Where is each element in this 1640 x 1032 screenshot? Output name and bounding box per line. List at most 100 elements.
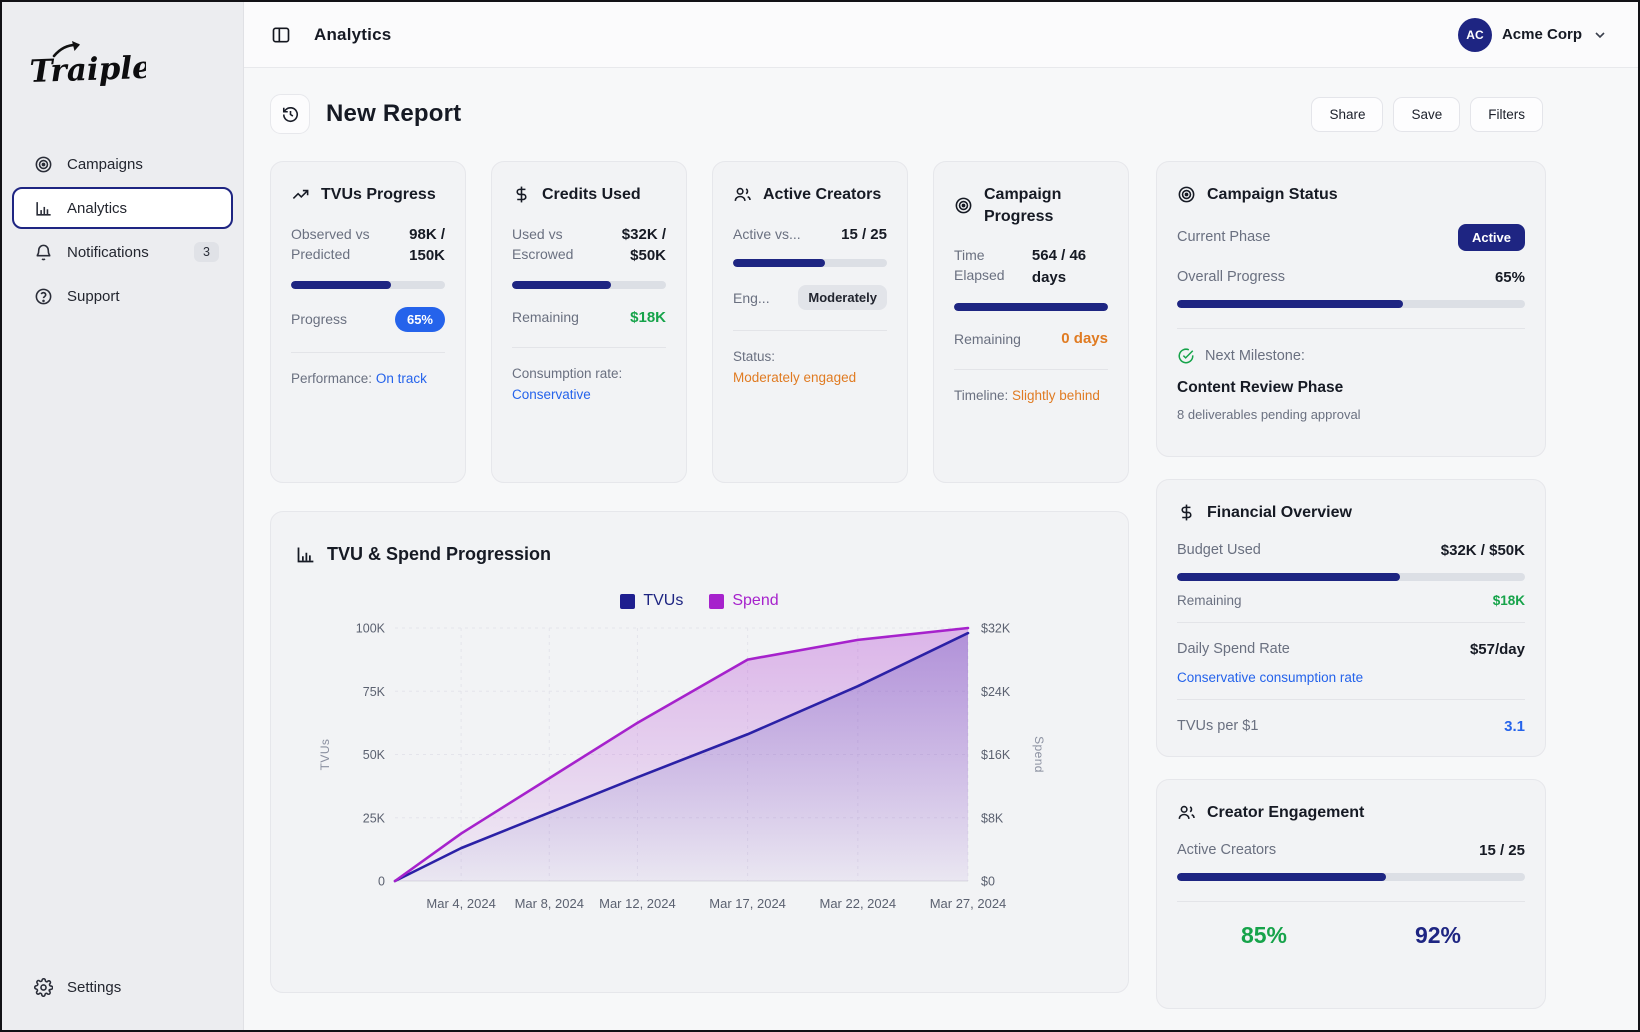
gear-icon <box>33 977 53 997</box>
legend-label: TVUs <box>643 592 683 610</box>
chart-card: TVU & Spend Progression TVUs Spend <box>270 511 1129 993</box>
history-button[interactable] <box>270 94 310 134</box>
main-area: Analytics AC Acme Corp New Report Share … <box>244 2 1638 1030</box>
filters-button[interactable]: Filters <box>1470 97 1543 132</box>
card-header: Creator Engagement <box>1177 802 1525 824</box>
sidebar-item-analytics[interactable]: Analytics <box>12 187 233 229</box>
sidebar-item-notifications[interactable]: Notifications 3 <box>12 231 233 273</box>
footer-value: On track <box>376 371 427 386</box>
engagement-stat-left: 85% <box>1177 922 1351 949</box>
svg-text:Mar 27, 2024: Mar 27, 2024 <box>930 896 1007 911</box>
metric-label: Time Elapsed <box>954 245 1024 286</box>
dollar-icon <box>1177 503 1196 522</box>
progress-bar <box>954 303 1108 311</box>
consumption-note: Conservative consumption rate <box>1177 670 1525 685</box>
footer-label: Timeline: <box>954 388 1008 403</box>
phase-row: Current Phase Active <box>1177 224 1525 251</box>
active-creators-card: Active Creators Active vs... 15 / 25 Eng… <box>712 161 908 483</box>
card-title: TVUs Progress <box>321 184 436 206</box>
save-button[interactable]: Save <box>1393 97 1460 132</box>
metric-row: Used vs Escrowed $32K / $50K <box>512 224 666 268</box>
sidebar-nav: Campaigns Analytics Notifications 3 Sup <box>2 143 243 317</box>
progress-bar <box>512 281 666 289</box>
overall-progress-label: Overall Progress <box>1177 269 1285 285</box>
target-icon <box>954 196 973 215</box>
users-icon <box>1177 803 1196 822</box>
svg-text:0: 0 <box>378 875 385 889</box>
footer-label: Status: <box>733 349 775 364</box>
card-footer: Status: Moderately engaged <box>733 347 887 388</box>
svg-text:Mar 12, 2024: Mar 12, 2024 <box>599 896 676 911</box>
overall-progress-row: Overall Progress 65% <box>1177 269 1525 286</box>
sidebar-item-settings[interactable]: Settings <box>12 966 233 1008</box>
progress-bar <box>733 259 887 267</box>
budget-label: Budget Used <box>1177 542 1261 558</box>
bell-icon <box>33 242 53 262</box>
remaining-label: Remaining <box>1177 593 1242 608</box>
tvu-rate-value: 3.1 <box>1504 718 1525 735</box>
budget-row: Budget Used $32K / $50K <box>1177 542 1525 559</box>
card-title: Credits Used <box>542 184 641 206</box>
svg-text:Mar 8, 2024: Mar 8, 2024 <box>515 896 584 911</box>
progress-bar <box>1177 873 1525 881</box>
card-header: Campaign Status <box>1177 184 1525 206</box>
sidebar: Traiple Campaigns Analytics Notifica <box>2 2 244 1030</box>
overall-progress-value: 65% <box>1495 269 1525 286</box>
org-switcher[interactable]: AC Acme Corp <box>1458 18 1608 52</box>
legend-label: Spend <box>732 592 778 610</box>
footer-value: Slightly behind <box>1012 388 1100 403</box>
tvu-rate-label: TVUs per $1 <box>1177 718 1258 734</box>
sidebar-settings-label: Settings <box>67 979 121 996</box>
chart-title: TVU & Spend Progression <box>327 542 551 566</box>
phase-badge: Active <box>1458 224 1525 251</box>
report-header: New Report Share Save Filters <box>270 94 1638 134</box>
divider <box>733 330 887 331</box>
sidebar-toggle-icon[interactable] <box>270 24 292 46</box>
brand-name: Traiple <box>29 50 146 90</box>
card-header: TVUs Progress <box>291 184 445 206</box>
brand-logo[interactable]: Traiple <box>2 36 243 99</box>
metric-label: Used vs Escrowed <box>512 224 597 265</box>
card-footer: Timeline: Slightly behind <box>954 386 1108 406</box>
metric-row: Time Elapsed 564 / 46 days <box>954 245 1108 289</box>
target-icon <box>33 154 53 174</box>
divider <box>1177 699 1525 700</box>
active-creators-value: 15 / 25 <box>1479 842 1525 859</box>
progress-bar <box>1177 300 1525 308</box>
card-header: Active Creators <box>733 184 887 206</box>
divider <box>1177 622 1525 623</box>
content: New Report Share Save Filters <box>244 68 1638 1030</box>
metric-value: 15 / 25 <box>841 224 887 246</box>
engagement-badge: Moderately <box>798 285 887 310</box>
legend-swatch-spend <box>709 594 724 609</box>
help-circle-icon <box>33 286 53 306</box>
active-creators-label: Active Creators <box>1177 842 1276 858</box>
card-title: Financial Overview <box>1207 502 1352 524</box>
remaining-row: Remaining $18K <box>1177 593 1525 608</box>
svg-text:75K: 75K <box>363 685 386 699</box>
phase-label: Current Phase <box>1177 229 1271 245</box>
legend-item-tvus: TVUs <box>620 592 683 610</box>
card-title: Active Creators <box>763 184 881 206</box>
remaining-row: Remaining $18K <box>512 307 666 327</box>
financial-overview-card: Financial Overview Budget Used $32K / $5… <box>1156 479 1546 757</box>
brand-logo-icon: Traiple <box>28 36 146 94</box>
budget-value: $32K / $50K <box>1441 542 1525 559</box>
svg-text:TVUs: TVUs <box>318 739 332 771</box>
svg-text:50K: 50K <box>363 748 386 762</box>
card-header: Campaign Progress <box>954 184 1108 227</box>
svg-text:Mar 17, 2024: Mar 17, 2024 <box>709 896 786 911</box>
metric-row: Observed vs Predicted 98K / 150K <box>291 224 445 268</box>
progress-bar <box>1177 573 1525 581</box>
app-window: Traiple Campaigns Analytics Notifica <box>0 0 1640 1032</box>
sidebar-item-campaigns[interactable]: Campaigns <box>12 143 233 185</box>
svg-text:$32K: $32K <box>981 622 1011 636</box>
svg-text:Spend: Spend <box>1032 736 1046 773</box>
share-button[interactable]: Share <box>1311 97 1383 132</box>
creator-engagement-card: Creator Engagement Active Creators 15 / … <box>1156 779 1546 1009</box>
legend-item-spend: Spend <box>709 592 778 610</box>
sidebar-item-support[interactable]: Support <box>12 275 233 317</box>
notification-count-badge: 3 <box>194 242 219 262</box>
remaining-row: Remaining 0 days <box>954 329 1108 349</box>
engagement-label: Eng... <box>733 288 770 308</box>
